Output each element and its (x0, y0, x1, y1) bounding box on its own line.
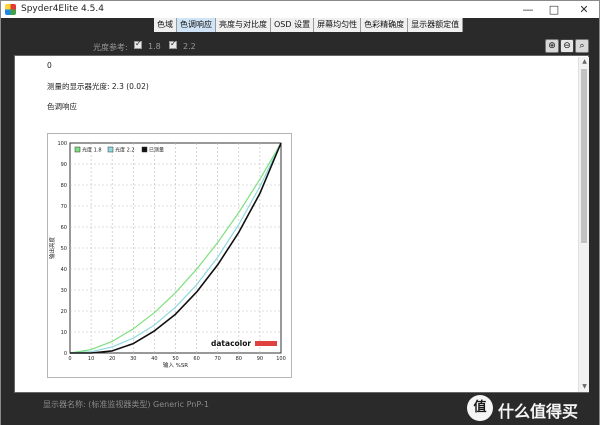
legend-label: 光度 1.8 (82, 147, 102, 154)
legend-swatch (141, 146, 148, 153)
gamma-1-8-label: 1.8 (148, 42, 161, 51)
x-tick-label: 30 (130, 356, 136, 362)
legend-label: 光度 2.2 (115, 147, 135, 154)
x-tick-label: 20 (109, 356, 115, 362)
tab-color-accuracy[interactable]: 色彩精确度 (361, 18, 409, 32)
y-tick-label: 0 (64, 351, 67, 357)
tab-bar: 色域 色调响应 亮度与对比度 OSD 设置 屏幕均匀性 色彩精确度 显示器额定值 (154, 18, 464, 32)
x-tick-label: 70 (215, 356, 221, 362)
chart-svg: 0 10 20 30 40 50 60 70 80 90 100 0 10 20 30 40 50 60 70 80 9… (48, 141, 286, 369)
y-tick-label: 90 (61, 162, 67, 168)
toolbar: 光度参考: 1.8 2.2 ⊕ ⊖ ⌕ (1, 38, 600, 54)
gamma-2-2-checkbox[interactable] (169, 39, 177, 49)
x-tick-label: 90 (257, 356, 263, 362)
title-bar: Spyder4Elite 4.5.4 — □ ✕ (0, 0, 600, 18)
measured-gamma-text: 测量的显示器光度: 2.3 (0.02) (47, 82, 149, 91)
section-title: 色调响应 (47, 102, 77, 111)
y-tick-label: 20 (61, 309, 67, 315)
display-name-text: 显示器名称: (标准监视器类型) Generic PnP-1 (43, 400, 209, 409)
close-button[interactable]: ✕ (572, 2, 596, 18)
report-panel: 0 测量的显示器光度: 2.3 (0.02) 色调响应 0 10 20 30 40 50 6… (14, 55, 589, 393)
tab-color-gamut[interactable]: 色域 (154, 18, 177, 32)
legend-swatch (107, 146, 114, 153)
x-tick-label: 50 (172, 356, 178, 362)
window-title: Spyder4Elite 4.5.4 (21, 4, 104, 14)
y-tick-label: 100 (57, 141, 67, 147)
minimize-button[interactable]: — (516, 2, 540, 18)
x-tick-label: 0 (68, 356, 71, 362)
legend-label: 已测量 (149, 147, 164, 154)
tab-screen-uniformity[interactable]: 屏幕均匀性 (314, 18, 362, 32)
app-body: 色域 色调响应 亮度与对比度 OSD 设置 屏幕均匀性 色彩精确度 显示器额定值… (0, 18, 600, 425)
y-tick-label: 80 (61, 183, 67, 189)
tab-osd-settings[interactable]: OSD 设置 (271, 18, 315, 32)
legend-swatch (74, 146, 81, 153)
gamma-2-2-label: 2.2 (183, 42, 196, 51)
tone-response-chart: 0 10 20 30 40 50 60 70 80 90 100 0 10 20 30 40 50 60 70 80 9… (47, 133, 292, 378)
x-axis-label: 输入 %SR (163, 361, 188, 369)
x-tick-label: 10 (88, 356, 94, 362)
tab-display-rating[interactable]: 显示器额定值 (408, 18, 464, 32)
scroll-down-icon[interactable]: ▼ (579, 382, 590, 392)
y-tick-label: 10 (61, 330, 67, 336)
x-tick-label: 80 (236, 356, 242, 362)
zoom-in-icon[interactable]: ⊕ (545, 39, 559, 53)
tab-brightness-contrast[interactable]: 亮度与对比度 (216, 18, 271, 32)
brightness-reference-label: 光度参考: (93, 43, 128, 52)
y-tick-label: 30 (61, 288, 67, 294)
maximize-button[interactable]: □ (542, 2, 566, 18)
datacolor-logo: datacolor (211, 339, 251, 348)
datacolor-logo-bar (255, 341, 277, 346)
gamma-1-8-checkbox[interactable] (134, 39, 142, 49)
watermark-badge: 值 (467, 395, 493, 421)
x-tick-label: 40 (151, 356, 157, 362)
app-logo-icon (5, 4, 16, 15)
y-axis-label: 输出亮度 (48, 237, 56, 260)
y-tick-label: 40 (61, 267, 67, 273)
vertical-scrollbar[interactable]: ▲ ▼ (578, 57, 589, 392)
report-index: 0 (47, 61, 52, 70)
zoom-out-icon[interactable]: ⊖ (560, 39, 574, 53)
zoom-fit-icon[interactable]: ⌕ (575, 39, 589, 53)
tab-tone-response[interactable]: 色调响应 (177, 18, 216, 32)
y-tick-label: 70 (61, 204, 67, 210)
y-tick-label: 60 (61, 225, 67, 231)
x-tick-label: 60 (193, 356, 199, 362)
x-tick-label: 100 (276, 356, 286, 362)
watermark-text: 什么值得买 (498, 402, 579, 421)
y-tick-label: 50 (61, 246, 67, 252)
scrollbar-thumb[interactable] (581, 69, 587, 243)
scroll-up-icon[interactable]: ▲ (579, 57, 590, 67)
